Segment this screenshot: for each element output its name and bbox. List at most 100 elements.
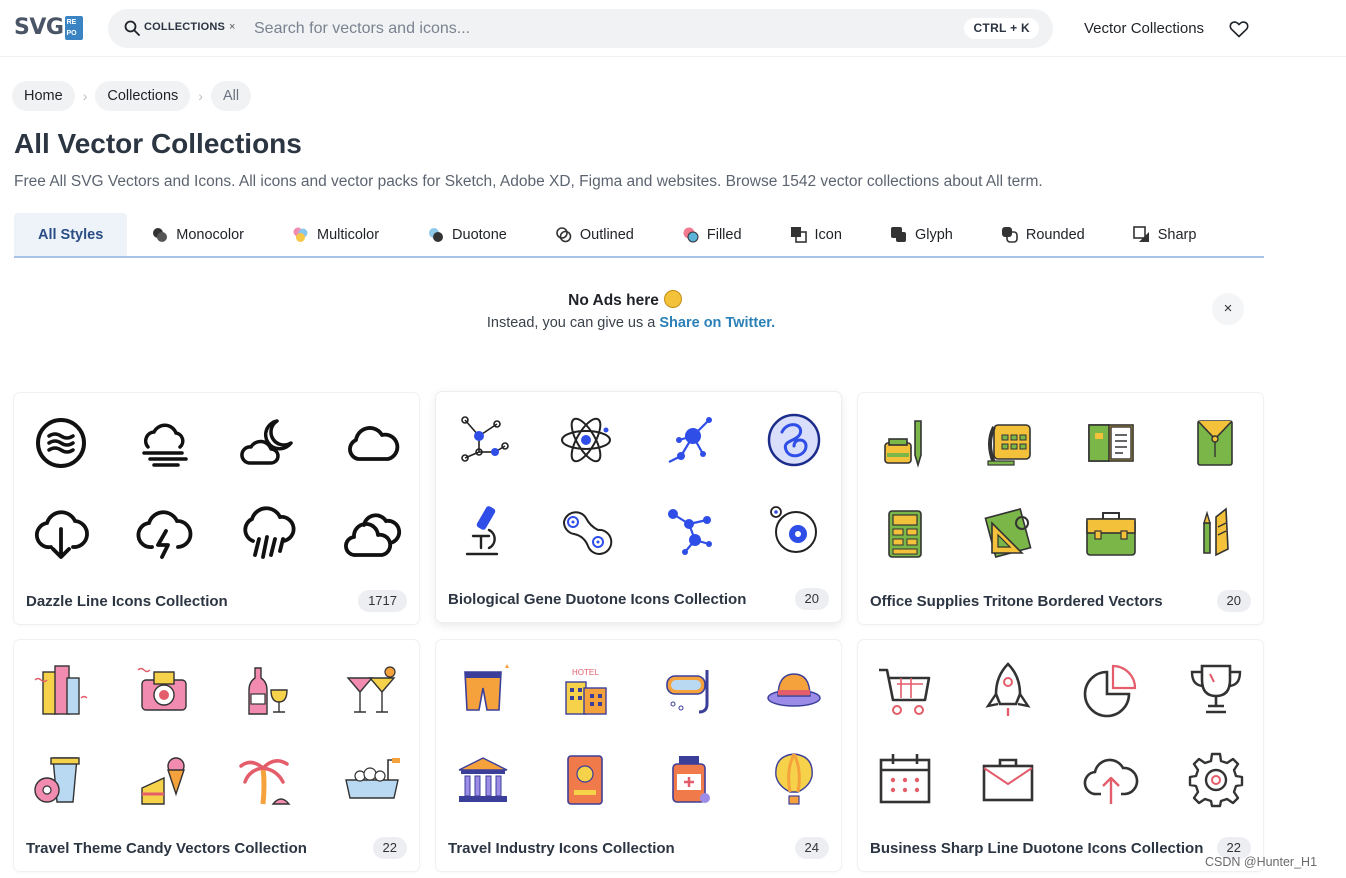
tab-all-styles[interactable]: All Styles <box>14 213 128 256</box>
outlined-icon <box>556 227 572 243</box>
cake-icecream-icon <box>134 750 194 810</box>
museum-icon <box>453 750 513 810</box>
pie-chart-icon <box>1081 660 1141 720</box>
close-ads-button[interactable]: × <box>1212 293 1244 325</box>
breadcrumb: Home › Collections › All <box>12 81 252 111</box>
rocket-icon <box>978 660 1038 720</box>
bathtub-icon <box>342 750 402 810</box>
snorkel-mask-icon <box>659 660 719 720</box>
collection-count-badge: 20 <box>1216 590 1251 612</box>
collection-count-badge: 20 <box>794 588 829 610</box>
collection-card[interactable]: HOTEL Travel Industry Icons Collection 2… <box>436 640 841 871</box>
tab-multicolor[interactable]: Multicolor <box>268 213 403 256</box>
tab-label: Rounded <box>1025 226 1085 243</box>
tab-monocolor[interactable]: Monocolor <box>127 213 268 256</box>
tab-label: Duotone <box>452 226 507 243</box>
search-input[interactable] <box>254 15 954 42</box>
tab-outlined[interactable]: Outlined <box>531 213 658 256</box>
collection-count-badge: 22 <box>372 837 407 859</box>
tab-label: Outlined <box>579 226 634 243</box>
chip-close-icon[interactable]: × <box>229 21 236 33</box>
tab-duotone[interactable]: Duotone <box>403 213 531 256</box>
ads-banner-title: No Ads here <box>0 290 1250 310</box>
camera-icon <box>134 660 194 720</box>
collection-count-badge: 1717 <box>358 590 407 612</box>
logo-box-top: RE <box>66 18 77 26</box>
collection-card[interactable]: Travel Theme Candy Vectors Collection 22 <box>14 640 419 871</box>
logo-box: RE PO <box>65 15 84 40</box>
collection-title[interactable]: Office Supplies Tritone Bordered Vectors <box>870 593 1163 610</box>
briefcase-icon <box>1081 503 1141 563</box>
night-cloud-icon <box>237 413 297 473</box>
rounded-icon <box>1001 227 1018 243</box>
calculator-icon <box>875 503 935 563</box>
cloud-rain-icon <box>237 503 297 563</box>
icon-style-icon <box>790 227 807 243</box>
trophy-icon <box>1186 660 1246 720</box>
cloud-lightning-icon <box>134 503 194 563</box>
heart-icon[interactable] <box>1229 20 1249 38</box>
collection-title[interactable]: Business Sharp Line Duotone Icons Collec… <box>870 840 1203 857</box>
collection-count-badge: 24 <box>794 837 829 859</box>
shorts-icon <box>453 660 513 720</box>
gear-icon <box>1186 750 1246 810</box>
vector-collections-link[interactable]: Vector Collections <box>1084 20 1204 37</box>
tab-filled[interactable]: Filled <box>658 213 766 256</box>
ink-pen-icon <box>875 413 935 473</box>
tab-label: All Styles <box>38 226 104 243</box>
sun-hat-icon <box>764 660 824 720</box>
collection-title[interactable]: Biological Gene Duotone Icons Collection <box>448 591 746 608</box>
collection-card[interactable]: Dazzle Line Icons Collection 1717 <box>14 393 419 624</box>
page-description: Free All SVG Vectors and Icons. All icon… <box>14 173 1043 190</box>
tab-sharp[interactable]: Sharp <box>1109 213 1221 256</box>
tab-rounded[interactable]: Rounded <box>977 213 1109 256</box>
breadcrumb-separator-icon: › <box>198 88 203 104</box>
filled-icon <box>683 227 699 243</box>
briefcase-outline-icon <box>978 750 1038 810</box>
icon-preview-grid <box>436 392 841 572</box>
share-on-twitter-link[interactable]: Share on Twitter. <box>659 315 775 331</box>
icon-preview-grid: HOTEL <box>436 640 841 820</box>
icon-preview-grid <box>14 640 419 820</box>
logo-text: SVG <box>14 15 64 40</box>
watermark: CSDN @Hunter_H1 <box>1205 855 1318 869</box>
breadcrumb-all[interactable]: All <box>210 81 252 111</box>
shopping-cart-icon <box>875 660 935 720</box>
hotel-icon: HOTEL <box>556 660 616 720</box>
breadcrumb-collections[interactable]: Collections <box>95 81 191 111</box>
sharp-icon <box>1132 226 1149 242</box>
fog-cloud-icon <box>134 413 194 473</box>
medicine-bottle-icon <box>659 750 719 810</box>
search-icon <box>124 20 140 36</box>
tab-glyph[interactable]: Glyph <box>866 213 977 256</box>
top-navbar: SVG RE PO COLLECTIONS × CTRL + K Vector … <box>0 0 1346 57</box>
atom-icon <box>556 410 616 470</box>
collection-title[interactable]: Travel Industry Icons Collection <box>448 840 675 857</box>
wine-bottle-glass-icon <box>237 660 297 720</box>
tab-label: Filled <box>706 226 742 243</box>
collection-title[interactable]: Travel Theme Candy Vectors Collection <box>26 840 307 857</box>
glyph-icon <box>890 227 906 242</box>
multicolor-icon <box>293 227 308 242</box>
shortcut-badge: CTRL + K <box>964 18 1039 39</box>
duotone-icon <box>429 228 444 242</box>
collection-card[interactable]: Business Sharp Line Duotone Icons Collec… <box>858 640 1263 871</box>
collections-filter-chip[interactable]: COLLECTIONS × <box>144 21 236 33</box>
passport-icon <box>556 750 616 810</box>
microscope-icon <box>453 500 513 560</box>
collection-title[interactable]: Dazzle Line Icons Collection <box>26 593 228 610</box>
palm-tree-icon <box>237 750 297 810</box>
cloud-icon <box>342 413 402 473</box>
svgrepo-logo[interactable]: SVG RE PO <box>14 15 84 40</box>
cocktail-glasses-icon <box>342 660 402 720</box>
search-bar[interactable]: COLLECTIONS × CTRL + K <box>108 9 1053 48</box>
style-tabs: All Styles Monocolor Multicolor Duotone … <box>14 213 1264 258</box>
breadcrumb-home[interactable]: Home <box>12 81 75 111</box>
collection-card[interactable]: Biological Gene Duotone Icons Collection… <box>436 392 841 622</box>
collection-card[interactable]: Office Supplies Tritone Bordered Vectors… <box>858 393 1263 624</box>
tab-label: Glyph <box>914 226 953 243</box>
pencil-cutter-icon <box>1186 503 1246 563</box>
icon-preview-grid <box>858 640 1263 820</box>
smile-emoji-icon <box>663 290 682 308</box>
tab-icon[interactable]: Icon <box>766 213 866 256</box>
